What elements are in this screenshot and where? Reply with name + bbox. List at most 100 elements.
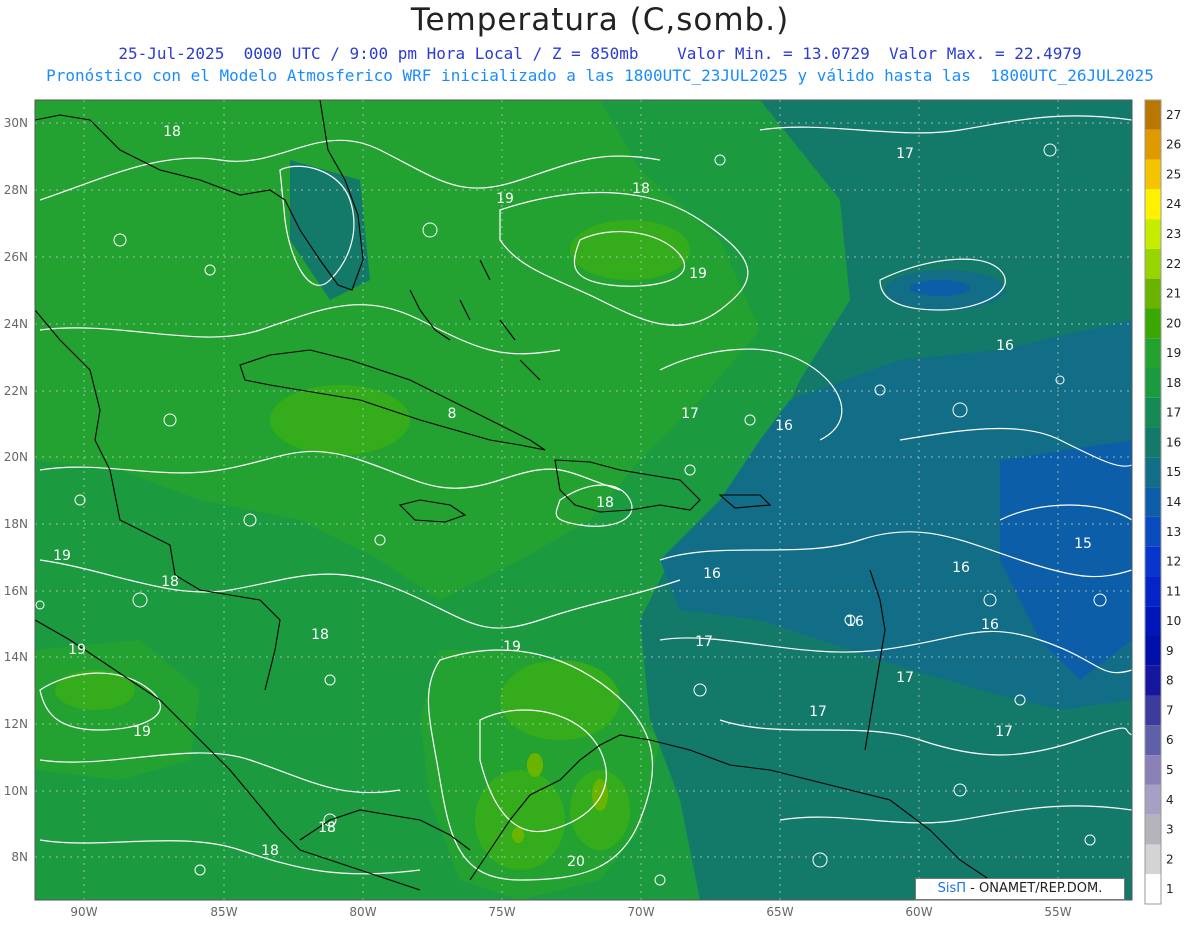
color-swatch — [1145, 695, 1161, 726]
color-scale-label: 15 — [1166, 465, 1181, 479]
contour-label: 19 — [133, 724, 151, 740]
lat-label: 18N — [4, 517, 28, 531]
contour-label: 19 — [689, 266, 707, 282]
lat-label: 28N — [4, 183, 28, 197]
color-scale-label: 6 — [1166, 733, 1174, 747]
credit-text: - ONAMET/REP.DOM. — [970, 881, 1103, 896]
lon-label: 60W — [905, 905, 932, 919]
contour-label: 18 — [161, 574, 179, 590]
color-scale-label: 5 — [1166, 763, 1174, 777]
contour-label: 8 — [448, 406, 457, 422]
color-scale-label: 7 — [1166, 703, 1174, 717]
lon-axis: 90W 85W 80W 75W 70W 65W 60W 55W — [70, 905, 1071, 919]
color-scale-label: 20 — [1166, 316, 1181, 330]
lon-label: 55W — [1044, 905, 1071, 919]
color-swatch — [1145, 576, 1161, 607]
contour-label: 17 — [681, 406, 699, 422]
lat-label: 14N — [4, 650, 28, 664]
lat-label: 8N — [11, 850, 28, 864]
contour-label: 19 — [53, 548, 71, 564]
contour-label: 16 — [775, 418, 793, 434]
contour-label: 18 — [261, 843, 279, 859]
color-scale-bar: 2726252423222120191817161514131211109876… — [1144, 99, 1181, 905]
color-scale-label: 14 — [1166, 495, 1181, 509]
lat-label: 20N — [4, 450, 28, 464]
contour-label: 17 — [896, 146, 914, 162]
color-swatch — [1145, 546, 1161, 577]
color-swatch — [1145, 129, 1161, 160]
color-scale-label: 12 — [1166, 555, 1181, 569]
lat-axis: 30N 28N 26N 24N 22N 20N 18N 16N 14N 12N … — [4, 116, 28, 864]
color-scale-label: 26 — [1166, 138, 1181, 152]
color-swatch — [1145, 516, 1161, 547]
color-swatch — [1145, 665, 1161, 696]
color-scale-label: 21 — [1166, 287, 1181, 301]
contour-label: 19 — [503, 639, 521, 655]
color-swatch — [1145, 457, 1161, 488]
color-scale-label: 22 — [1166, 257, 1181, 271]
color-swatch — [1145, 278, 1161, 309]
color-swatch — [1145, 308, 1161, 339]
color-swatch — [1145, 606, 1161, 636]
color-swatch — [1145, 814, 1161, 845]
color-scale-label: 4 — [1166, 793, 1174, 807]
credit-box: SisΠ - ONAMET/REP.DOM. — [915, 878, 1125, 900]
color-scale-label: 2 — [1166, 852, 1174, 866]
temperature-map: 30N 28N 26N 24N 22N 20N 18N 16N 14N 12N … — [4, 99, 1181, 919]
color-scale-label: 24 — [1166, 197, 1181, 211]
contour-label: 18 — [163, 124, 181, 140]
lon-label: 75W — [488, 905, 515, 919]
lon-label: 80W — [349, 905, 376, 919]
lon-label: 65W — [766, 905, 793, 919]
contour-label: 20 — [567, 854, 585, 870]
color-swatch — [1145, 755, 1161, 785]
color-swatch — [1145, 874, 1161, 904]
lat-label: 26N — [4, 250, 28, 264]
color-scale-label: 18 — [1166, 376, 1181, 390]
contour-label: 16 — [703, 566, 721, 582]
color-swatch — [1145, 338, 1161, 368]
lon-label: 70W — [627, 905, 654, 919]
color-scale-label: 3 — [1166, 823, 1174, 837]
contour-label: 18 — [318, 820, 336, 836]
contour-label: 17 — [995, 724, 1013, 740]
color-swatch — [1145, 397, 1161, 428]
contour-label: 16 — [846, 614, 864, 630]
color-scale-label: 23 — [1166, 227, 1181, 241]
color-scale-label: 8 — [1166, 674, 1174, 688]
credit-brand: SisΠ — [937, 881, 967, 896]
color-swatch — [1145, 219, 1161, 249]
contour-label: 19 — [496, 191, 514, 207]
lat-label: 22N — [4, 384, 28, 398]
color-scale-label: 13 — [1166, 525, 1181, 539]
color-swatch — [1145, 368, 1161, 398]
lat-label: 10N — [4, 784, 28, 798]
color-swatch — [1145, 248, 1161, 279]
lat-label: 16N — [4, 584, 28, 598]
color-scale-label: 19 — [1166, 346, 1181, 360]
color-scale-label: 27 — [1166, 108, 1181, 122]
color-swatch — [1145, 725, 1161, 756]
contour-label: 16 — [996, 338, 1014, 354]
color-scale-label: 1 — [1166, 882, 1174, 896]
contour-label: 17 — [809, 704, 827, 720]
lon-label: 85W — [210, 905, 237, 919]
lat-label: 30N — [4, 116, 28, 130]
contour-label: 18 — [632, 181, 650, 197]
color-swatch — [1145, 636, 1161, 666]
color-swatch — [1145, 784, 1161, 815]
contour-label: 18 — [596, 495, 614, 511]
color-swatch — [1145, 427, 1161, 458]
color-swatch — [1145, 189, 1161, 220]
color-swatch — [1145, 159, 1161, 190]
color-swatch — [1145, 844, 1161, 875]
color-scale-label: 11 — [1166, 584, 1181, 598]
contour-label: 15 — [1074, 536, 1092, 552]
contour-label: 17 — [695, 634, 713, 650]
contour-label: 18 — [311, 627, 329, 643]
color-scale-label: 10 — [1166, 614, 1181, 628]
contour-label: 17 — [896, 670, 914, 686]
lon-label: 90W — [70, 905, 97, 919]
lat-label: 24N — [4, 317, 28, 331]
contour-label: 16 — [981, 617, 999, 633]
